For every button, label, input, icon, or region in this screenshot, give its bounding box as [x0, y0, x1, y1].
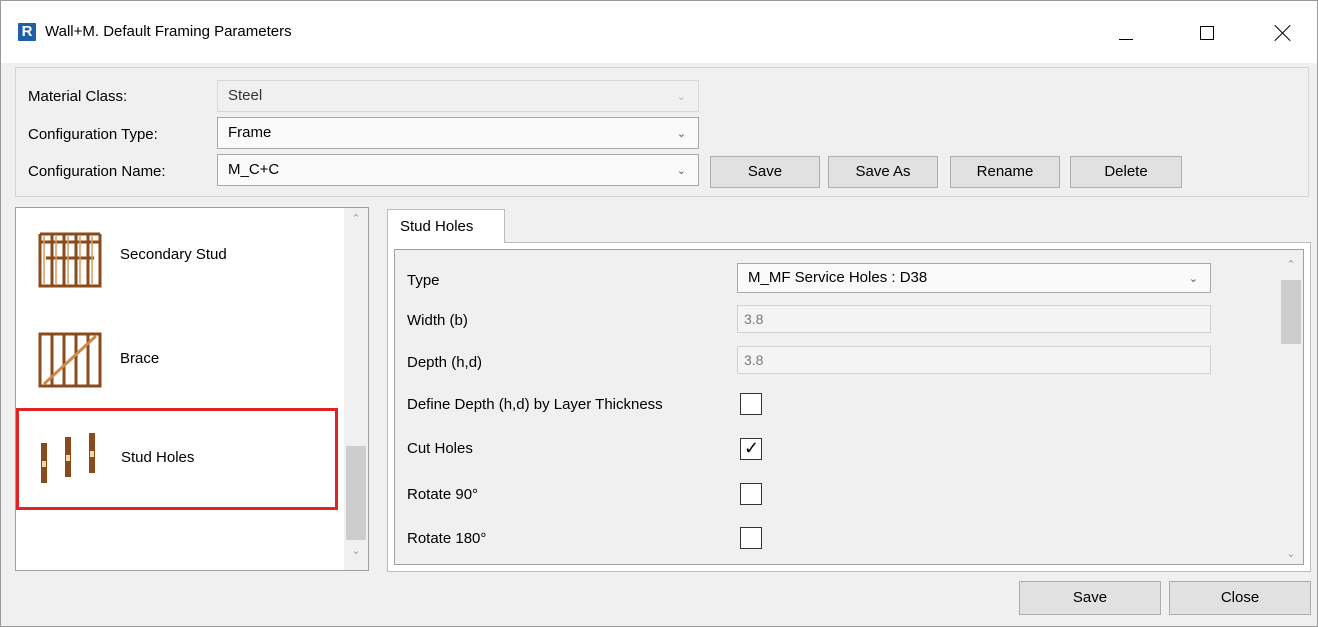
width-label: Width (b): [407, 312, 468, 329]
close-icon: [1273, 23, 1293, 43]
depth-value: 3.8: [744, 352, 764, 368]
chevron-down-icon: ⌄: [676, 165, 686, 177]
properties-scrollbar[interactable]: ⌃ ⌄: [1279, 250, 1303, 564]
save-as-button[interactable]: Save As: [828, 156, 938, 188]
rotate-90-checkbox[interactable]: [740, 483, 762, 505]
tab-label: Stud Holes: [400, 218, 474, 235]
define-depth-checkbox[interactable]: [740, 393, 762, 415]
chevron-down-icon: ⌄: [1188, 273, 1198, 285]
dialog-window: R Wall+M. Default Framing Parameters Mat…: [0, 0, 1318, 627]
minimize-button[interactable]: [1099, 11, 1155, 55]
define-depth-label: Define Depth (h,d) by Layer Thickness: [407, 396, 663, 413]
rotate-180-checkbox[interactable]: [740, 527, 762, 549]
configuration-type-label: Configuration Type:: [28, 126, 158, 143]
type-value: M_MF Service Holes : D38: [748, 269, 928, 286]
properties-grid: Type M_MF Service Holes : D38 ⌄ Width (b…: [394, 249, 1304, 565]
list-item-brace[interactable]: Brace: [16, 310, 338, 410]
save-configuration-button[interactable]: Save: [710, 156, 820, 188]
tab-stud-holes[interactable]: Stud Holes: [387, 209, 505, 243]
configuration-name-label: Configuration Name:: [28, 163, 166, 180]
list-item-stud-holes[interactable]: Stud Holes: [16, 408, 338, 510]
rotate-90-label: Rotate 90°: [407, 486, 479, 503]
configuration-name-value: M_C+C: [228, 161, 280, 178]
chevron-down-icon: ⌄: [676, 128, 686, 140]
tab-panel: Type M_MF Service Holes : D38 ⌄ Width (b…: [387, 242, 1311, 572]
material-class-value: Steel: [228, 87, 263, 104]
chevron-down-icon: ⌄: [676, 91, 686, 103]
rename-button[interactable]: Rename: [950, 156, 1060, 188]
scroll-down-icon[interactable]: ⌄: [344, 544, 368, 566]
properties-scrollbar-thumb[interactable]: [1281, 280, 1301, 344]
depth-label: Depth (h,d): [407, 354, 483, 371]
width-value: 3.8: [744, 311, 764, 327]
minimize-icon: [1119, 39, 1133, 40]
close-window-button[interactable]: [1255, 11, 1311, 55]
close-button[interactable]: Close: [1169, 581, 1311, 615]
type-select[interactable]: M_MF Service Holes : D38 ⌄: [737, 263, 1211, 293]
window-title: Wall+M. Default Framing Parameters: [45, 23, 292, 40]
scroll-up-icon[interactable]: ⌃: [344, 212, 368, 234]
list-scrollbar-thumb[interactable]: [346, 446, 366, 540]
depth-field[interactable]: 3.8: [737, 346, 1211, 374]
list-item-label: Secondary Stud: [120, 246, 227, 263]
save-button[interactable]: Save: [1019, 581, 1161, 615]
checkmark-icon: ✓: [744, 438, 760, 458]
material-class-select[interactable]: Steel ⌄: [217, 80, 699, 112]
maximize-icon: [1200, 26, 1214, 40]
delete-button[interactable]: Delete: [1070, 156, 1182, 188]
cut-holes-checkbox[interactable]: ✓: [740, 438, 762, 460]
secondary-stud-frame-icon: [38, 232, 102, 288]
configuration-group: Material Class: Steel ⌄ Configuration Ty…: [15, 67, 1309, 197]
brace-frame-icon: [38, 332, 102, 388]
configuration-name-select[interactable]: M_C+C ⌄: [217, 154, 699, 186]
configuration-type-select[interactable]: Frame ⌄: [217, 117, 699, 149]
revit-app-icon: R: [18, 23, 36, 41]
stud-holes-icon: [41, 433, 95, 483]
scroll-down-icon[interactable]: ⌄: [1279, 547, 1303, 560]
element-list: Secondary Stud Brace Stud Holes ⌃ ⌄: [15, 207, 369, 571]
configuration-type-value: Frame: [228, 124, 272, 141]
type-label: Type: [407, 272, 440, 289]
width-field[interactable]: 3.8: [737, 305, 1211, 333]
maximize-button[interactable]: [1179, 11, 1235, 55]
cut-holes-label: Cut Holes: [407, 440, 473, 457]
list-item-label: Brace: [120, 350, 160, 367]
material-class-label: Material Class:: [28, 88, 128, 105]
title-bar: R Wall+M. Default Framing Parameters: [1, 1, 1317, 63]
scroll-up-icon[interactable]: ⌃: [1279, 258, 1303, 271]
rotate-180-label: Rotate 180°: [407, 530, 487, 547]
list-scrollbar[interactable]: ⌃ ⌄: [344, 208, 368, 570]
list-item-label: Stud Holes: [121, 449, 195, 466]
list-item-secondary-stud[interactable]: Secondary Stud: [16, 210, 338, 310]
